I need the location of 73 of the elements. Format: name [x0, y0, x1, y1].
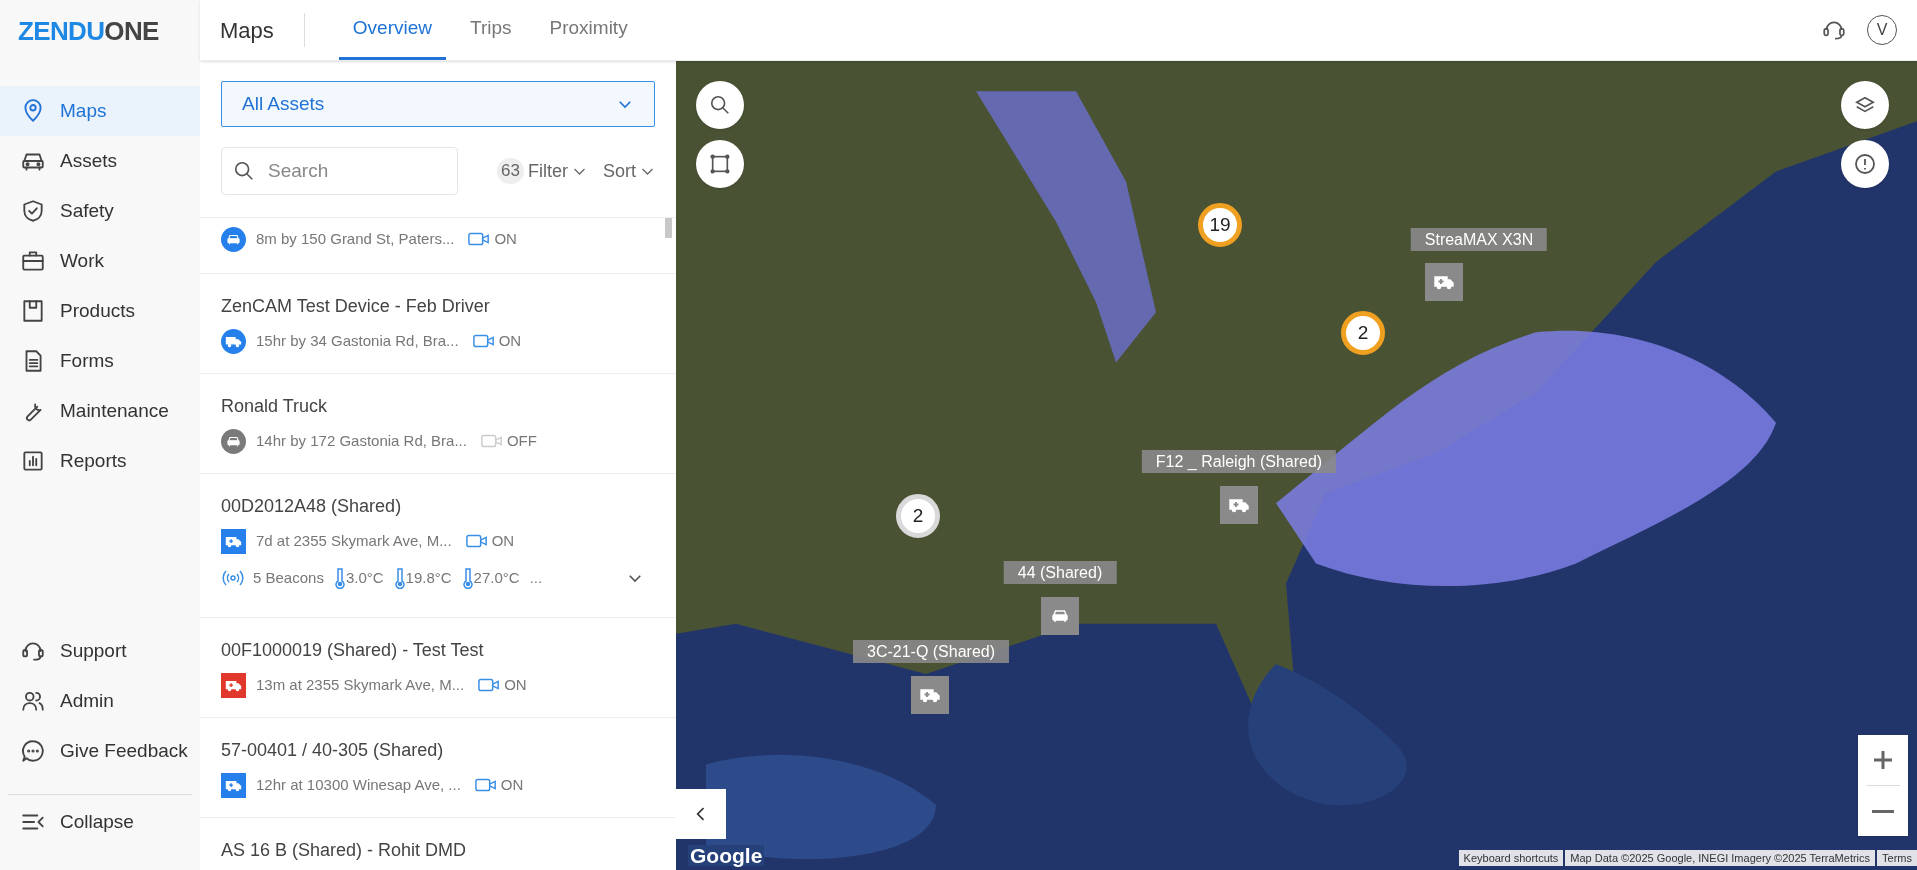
thermometer-icon [393, 567, 406, 589]
exclamation-circle-icon [1853, 152, 1877, 176]
thermometer-icon [333, 567, 346, 589]
asset-name[interactable]: 57-00401 / 40-305 (Shared) [221, 738, 656, 762]
nav-item[interactable]: Reports [0, 436, 200, 486]
camera-status: ON [491, 530, 515, 551]
terms-link[interactable]: Terms [1877, 850, 1917, 866]
nav-item[interactable]: Support [0, 626, 200, 676]
beacon-icon [221, 569, 245, 587]
search-icon [709, 94, 731, 116]
zenduone-logo: ZENDUONE [18, 17, 159, 44]
nav-item[interactable]: Safety [0, 186, 200, 236]
vehicle-marker-icon[interactable] [911, 676, 949, 714]
temperature-reading: 27.0°C [473, 567, 520, 588]
square-corners-icon [709, 153, 731, 175]
filter-button[interactable]: Filter [528, 157, 587, 185]
vehicle-marker-icon[interactable] [1041, 597, 1079, 635]
vehicle-label: 44 (Shared) [1003, 561, 1117, 584]
vehicle-label: 3C-21-Q (Shared) [853, 640, 1009, 663]
camera-status: ON [504, 674, 527, 695]
keyboard-shortcuts-link[interactable]: Keyboard shortcuts [1458, 850, 1564, 866]
search-icon [233, 160, 255, 182]
vehicle-label: StreaMAX X3N [1410, 228, 1548, 251]
briefcase-icon [20, 248, 46, 274]
nav-item[interactable]: Give Feedback [0, 726, 200, 776]
location-text: 15hr by 34 Gastonia Rd, Bra... [256, 330, 459, 351]
bar-chart-icon [20, 448, 46, 474]
vehicle-label: F12 _ Raleigh (Shared) [1141, 450, 1337, 473]
temperature-reading: 19.8°C [405, 567, 452, 588]
vehicle-marker-icon[interactable] [1220, 486, 1258, 524]
nav-item[interactable]: Work [0, 236, 200, 286]
location-text: 14hr by 172 Gastonia Rd, Bra... [256, 430, 467, 451]
minus-icon [1872, 809, 1894, 813]
location-text: 12hr at 10300 Winesap Ave, ... [256, 774, 461, 795]
asset-group-dropdown[interactable]: All Assets [221, 81, 655, 127]
asset-name[interactable]: 00F1000019 (Shared) - Test Test [221, 638, 656, 662]
box-icon [20, 298, 46, 324]
nav-item[interactable]: Assets [0, 136, 200, 186]
map-provider-logo: Google [688, 845, 765, 866]
nav-item[interactable]: Maps [0, 86, 200, 136]
tab[interactable]: Trips [456, 0, 526, 60]
asset-name[interactable]: ZenCAM Test Device - Feb Driver [221, 294, 656, 318]
nav-item[interactable]: Products [0, 286, 200, 336]
asset-name[interactable]: AS 16 B (Shared) - Rohit DMD [221, 838, 656, 862]
nav-item[interactable]: Maintenance [0, 386, 200, 436]
camera-status: ON [498, 330, 522, 351]
camera-status: ON [494, 228, 517, 249]
shield-icon [20, 198, 46, 224]
location-text: 13m at 2355 Skymark Ave, M... [256, 674, 465, 695]
thermometer-icon [461, 567, 474, 589]
camera-status: OFF [506, 430, 537, 451]
search-field[interactable]: Search [221, 147, 458, 195]
camera-status: ON [500, 774, 524, 795]
alerts-button[interactable] [1841, 140, 1889, 188]
more-sensors: ... [529, 567, 543, 588]
asset-name[interactable]: 00D2012A48 (Shared) [221, 494, 656, 518]
location-text: 7d at 2355 Skymark Ave, M... [256, 530, 452, 551]
asset-name[interactable]: Ronald Truck [221, 394, 656, 418]
collapse-button[interactable]: Collapse [0, 797, 200, 847]
tab[interactable]: Proximity [535, 0, 642, 60]
nav-item[interactable]: Forms [0, 336, 200, 386]
sort-button[interactable]: Sort [603, 157, 655, 185]
scrollbar[interactable] [665, 218, 672, 238]
plus-icon [1871, 748, 1895, 772]
temperature-reading: 3.0°C [345, 567, 384, 588]
page-title: Maps [219, 16, 275, 45]
nav-item[interactable]: Admin [0, 676, 200, 726]
location-text: 8m by 150 Grand St, Paters... [256, 228, 455, 249]
asset-count-badge: 63 [497, 158, 524, 184]
map-data-attribution: Map Data ©2025 Google, INEGI Imagery ©2025 TerraMetrics [1565, 850, 1876, 866]
beacon-count: 5 Beacons [253, 567, 324, 588]
vehicle-marker-icon[interactable] [1425, 263, 1463, 301]
chat-icon [20, 738, 46, 764]
